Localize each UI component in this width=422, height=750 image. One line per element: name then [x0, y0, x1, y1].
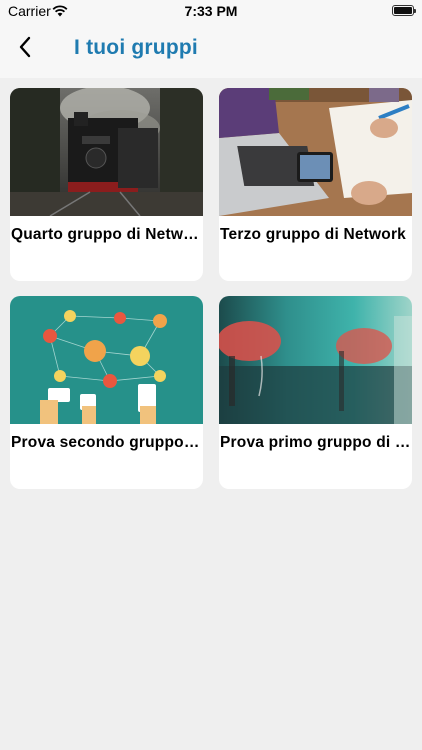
navigation-bar: I tuoi gruppi: [0, 22, 422, 78]
chevron-left-icon: [18, 36, 32, 63]
clock: 7:33 PM: [184, 3, 238, 19]
group-title: Prova primo gruppo di Network: [220, 434, 411, 451]
group-image-abstract: [219, 296, 412, 424]
group-title: Quarto gruppo di Network: [11, 226, 202, 243]
back-button[interactable]: [10, 34, 40, 64]
group-card[interactable]: Prova secondo gruppo di Network: [10, 296, 203, 489]
status-bar: Carrier 7:33 PM: [0, 0, 422, 22]
group-card[interactable]: Quarto gruppo di Network: [10, 88, 203, 281]
group-card[interactable]: Prova primo gruppo di Network: [219, 296, 412, 489]
group-title: Prova secondo gruppo di Network: [11, 434, 202, 451]
group-image-network: [10, 296, 203, 424]
group-image-train: [10, 88, 203, 216]
page-title: I tuoi gruppi: [74, 36, 198, 59]
group-card[interactable]: Terzo gruppo di Network: [219, 88, 412, 281]
group-image-desk: [219, 88, 412, 216]
battery-icon: [392, 5, 416, 16]
group-title: Terzo gruppo di Network: [220, 226, 407, 243]
